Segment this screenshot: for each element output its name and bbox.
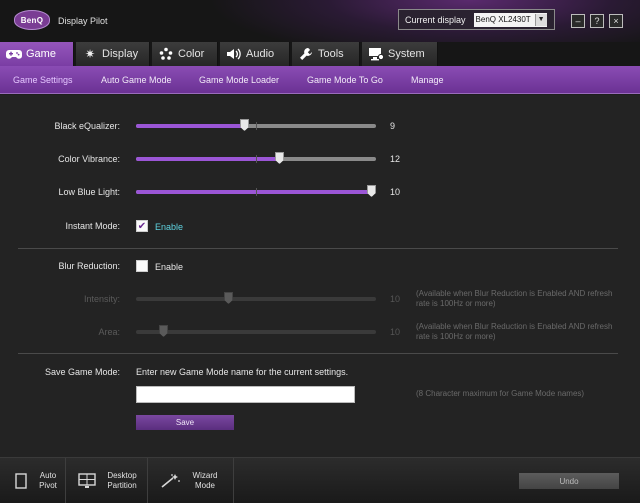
auto-pivot-label: Auto Pivot: [39, 471, 57, 490]
slider-handle: [159, 325, 168, 337]
footer-bar: Auto Pivot Desktop Partition Wizard Mode…: [0, 457, 640, 503]
save-game-mode-instruction: Enter new Game Mode name for the current…: [136, 367, 349, 377]
subtab-game-mode-loader[interactable]: Game Mode Loader: [199, 75, 279, 85]
subtab-game-mode-to-go[interactable]: Game Mode To Go: [307, 75, 383, 85]
minimize-button[interactable]: –: [571, 14, 585, 28]
main-tabs: Game ✷ Display Color Audio Tools System: [0, 42, 640, 66]
slider-handle: [224, 292, 233, 304]
pivot-monitor-icon: [12, 473, 30, 489]
instant-mode-checkbox[interactable]: ✔: [136, 220, 148, 232]
tab-display[interactable]: ✷ Display: [76, 42, 150, 66]
black-equalizer-label: Black eQualizer:: [54, 121, 120, 131]
slider-handle[interactable]: [240, 119, 249, 131]
area-slider: [136, 325, 376, 337]
slider-fill: [136, 124, 244, 128]
display-select[interactable]: BenQ XL2430T ▼: [473, 12, 547, 27]
undo-button[interactable]: Undo: [519, 473, 619, 489]
sub-tabs: Game Settings Auto Game Mode Game Mode L…: [0, 66, 640, 94]
blur-reduction-enable-label: Enable: [155, 262, 184, 272]
app-title: Display Pilot: [58, 16, 108, 26]
desktop-partition-label: Desktop Partition: [107, 471, 137, 490]
auto-pivot-button[interactable]: Auto Pivot: [0, 458, 66, 503]
slider-tick: [256, 155, 257, 163]
low-blue-light-value: 10: [390, 187, 401, 197]
color-vibrance-value: 12: [390, 154, 401, 164]
wrench-icon: [298, 46, 314, 62]
tab-label: System: [388, 48, 425, 60]
gamepad-icon: [6, 46, 22, 62]
chevron-down-icon[interactable]: ▼: [534, 13, 547, 26]
color-vibrance-slider[interactable]: [136, 152, 376, 164]
low-blue-light-label: Low Blue Light:: [58, 187, 120, 197]
tab-label: Display: [102, 48, 139, 60]
tab-label: Color: [178, 48, 205, 60]
tab-color[interactable]: Color: [152, 42, 218, 66]
blur-reduction-checkbox[interactable]: [136, 260, 148, 272]
game-mode-name-note: (8 Character maximum for Game Mode names…: [416, 389, 585, 398]
current-display-box: Current display BenQ XL2430T ▼: [398, 9, 555, 30]
tab-label: Tools: [318, 48, 344, 60]
title-bar: BenQ Display Pilot Current display BenQ …: [0, 0, 640, 42]
partition-monitor-icon: [78, 473, 96, 489]
color-vibrance-label: Color Vibrance:: [58, 154, 120, 164]
save-game-mode-label: Save Game Mode:: [44, 367, 120, 377]
monitor-gear-icon: [368, 46, 384, 62]
tab-label: Game: [26, 48, 56, 60]
tab-label: Audio: [246, 48, 275, 60]
intensity-slider: [136, 292, 376, 304]
tab-audio[interactable]: Audio: [220, 42, 290, 66]
intensity-note: (Available when Blur Reduction is Enable…: [416, 289, 613, 308]
wizard-mode-label: Wizard Mode: [192, 471, 218, 490]
area-label: Area:: [98, 327, 120, 337]
slider-fill: [136, 157, 279, 161]
magic-wand-icon: [160, 473, 182, 489]
benq-logo: BenQ: [14, 10, 50, 30]
current-display-label: Current display: [405, 14, 466, 25]
game-mode-name-input[interactable]: [136, 386, 355, 403]
subtab-auto-game-mode[interactable]: Auto Game Mode: [101, 75, 172, 85]
tab-game[interactable]: Game: [0, 42, 74, 66]
save-button[interactable]: Save: [136, 415, 234, 430]
subtab-game-settings[interactable]: Game Settings: [13, 75, 73, 85]
close-button[interactable]: ×: [609, 14, 623, 28]
slider-tick: [256, 188, 257, 196]
tab-tools[interactable]: Tools: [292, 42, 360, 66]
desktop-partition-button[interactable]: Desktop Partition: [66, 458, 148, 503]
slider-fill: [136, 190, 371, 194]
area-note: (Available when Blur Reduction is Enable…: [416, 322, 613, 341]
black-equalizer-slider[interactable]: [136, 119, 376, 131]
intensity-label: Intensity:: [83, 294, 120, 304]
area-value: 10: [390, 327, 401, 337]
speaker-icon: [226, 46, 242, 62]
instant-mode-enable-label: Enable: [155, 222, 184, 232]
instant-mode-label: Instant Mode:: [65, 221, 120, 231]
intensity-value: 10: [390, 294, 401, 304]
display-select-value: BenQ XL2430T: [475, 15, 531, 24]
subtab-manage[interactable]: Manage: [411, 75, 444, 85]
wizard-mode-button[interactable]: Wizard Mode: [148, 458, 234, 503]
low-blue-light-slider[interactable]: [136, 185, 376, 197]
divider: [18, 353, 618, 354]
help-button[interactable]: ?: [590, 14, 604, 28]
brightness-icon: ✷: [84, 47, 96, 61]
checkmark-icon: ✔: [137, 220, 147, 232]
slider-handle[interactable]: [367, 185, 376, 197]
tab-system[interactable]: System: [362, 42, 438, 66]
blur-reduction-label: Blur Reduction:: [58, 261, 120, 271]
palette-icon: [158, 46, 174, 62]
divider: [18, 248, 618, 249]
slider-handle[interactable]: [275, 152, 284, 164]
black-equalizer-value: 9: [390, 121, 396, 131]
game-settings-panel: Black eQualizer: 9 Color Vibrance: 12 Lo…: [0, 95, 640, 457]
slider-tick: [256, 122, 257, 130]
